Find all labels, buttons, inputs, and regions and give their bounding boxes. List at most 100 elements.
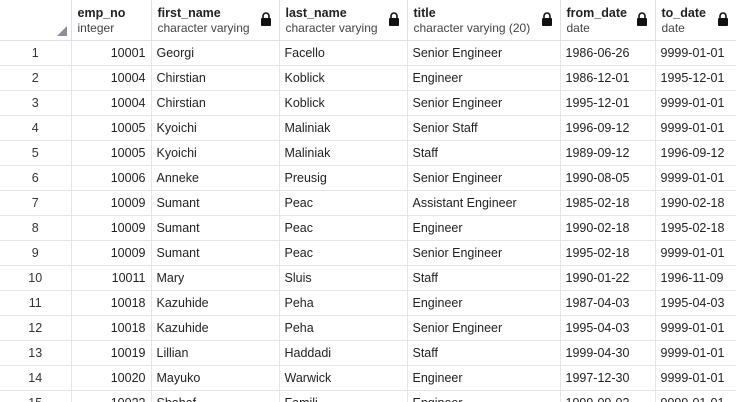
cell-title[interactable]: Senior Staff: [407, 115, 561, 141]
cell-to-date[interactable]: 1995-12-01: [655, 65, 736, 91]
table-row[interactable]: 8 10009 Sumant Peac Engineer 1990-02-18 1995-0…: [0, 215, 736, 241]
row-number[interactable]: 6: [0, 165, 72, 191]
row-number[interactable]: 13: [0, 340, 72, 366]
cell-last-name[interactable]: Peac: [279, 190, 408, 216]
cell-title[interactable]: Engineer: [407, 65, 561, 91]
cell-first-name[interactable]: Kazuhide: [151, 290, 280, 316]
cell-title[interactable]: Senior Engineer: [407, 315, 561, 341]
cell-last-name[interactable]: Warwick: [279, 365, 408, 391]
cell-emp-no[interactable]: 10011: [71, 265, 152, 291]
cell-first-name[interactable]: Kyoichi: [151, 140, 280, 166]
row-number[interactable]: 9: [0, 240, 72, 266]
table-row[interactable]: 11 10018 Kazuhide Peha Engineer 1987-04-03 199…: [0, 290, 736, 316]
cell-to-date[interactable]: 1995-02-18: [655, 215, 736, 241]
cell-emp-no[interactable]: 10005: [71, 115, 152, 141]
table-row[interactable]: 1 10001 Georgi Facello Senior Engineer 1986-0…: [0, 40, 736, 66]
column-header-last-name[interactable]: last_name character varying: [279, 0, 408, 41]
table-row[interactable]: 1510022ShahafFamiliEngineer1999-09-03999…: [0, 390, 736, 402]
cell-emp-no[interactable]: 10020: [71, 365, 152, 391]
table-row[interactable]: 14 10020 Mayuko Warwick Engineer 1997-12-30 99…: [0, 365, 736, 391]
cell-title[interactable]: Engineer: [407, 290, 561, 316]
cell-first-name[interactable]: Mary: [151, 265, 280, 291]
cell-emp-no[interactable]: 10004: [71, 90, 152, 116]
cell-title[interactable]: Senior Engineer: [407, 240, 561, 266]
table-row[interactable]: 6 10006 Anneke Preusig Senior Engineer 1990-0…: [0, 165, 736, 191]
cell-first-name[interactable]: Mayuko: [151, 365, 280, 391]
cell-emp-no[interactable]: 10019: [71, 340, 152, 366]
cell-title[interactable]: Staff: [407, 140, 561, 166]
cell-first-name[interactable]: Shahaf: [151, 390, 280, 402]
cell-emp-no[interactable]: 10018: [71, 290, 152, 316]
cell-last-name[interactable]: Peac: [279, 215, 408, 241]
cell-emp-no[interactable]: 10009: [71, 240, 152, 266]
row-number[interactable]: 5: [0, 140, 72, 166]
cell-last-name[interactable]: Koblick: [279, 90, 408, 116]
select-all-corner[interactable]: [0, 0, 72, 41]
cell-first-name[interactable]: Kazuhide: [151, 315, 280, 341]
cell-from-date[interactable]: 1985-02-18: [560, 190, 656, 216]
cell-last-name[interactable]: Preusig: [279, 165, 408, 191]
cell-last-name[interactable]: Maliniak: [279, 115, 408, 141]
cell-to-date[interactable]: 1995-04-03: [655, 290, 736, 316]
cell-to-date[interactable]: 9999-01-01: [655, 165, 736, 191]
row-number[interactable]: 7: [0, 190, 72, 216]
table-row[interactable]: 7 10009 Sumant Peac Assistant Engineer 1985-0…: [0, 190, 736, 216]
cell-from-date[interactable]: 1996-09-12: [560, 115, 656, 141]
cell-to-date[interactable]: 1990-02-18: [655, 190, 736, 216]
cell-from-date[interactable]: 1987-04-03: [560, 290, 656, 316]
cell-from-date[interactable]: 1997-12-30: [560, 365, 656, 391]
cell-title[interactable]: Staff: [407, 340, 561, 366]
table-row[interactable]: 13 10019 Lillian Haddadi Staff 1999-04-30 9999…: [0, 340, 736, 366]
cell-emp-no[interactable]: 10018: [71, 315, 152, 341]
table-row[interactable]: 2 10004 Chirstian Koblick Engineer 1986-12-01…: [0, 65, 736, 91]
cell-title[interactable]: Staff: [407, 265, 561, 291]
row-number[interactable]: 1: [0, 40, 72, 66]
row-number[interactable]: 15: [0, 390, 72, 402]
cell-title[interactable]: Senior Engineer: [407, 40, 561, 66]
cell-emp-no[interactable]: 10004: [71, 65, 152, 91]
cell-first-name[interactable]: Georgi: [151, 40, 280, 66]
cell-last-name[interactable]: Famili: [279, 390, 408, 402]
cell-emp-no[interactable]: 10006: [71, 165, 152, 191]
cell-from-date[interactable]: 1999-04-30: [560, 340, 656, 366]
column-header-title[interactable]: title character varying (20): [407, 0, 561, 41]
table-row[interactable]: 4 10005 Kyoichi Maliniak Senior Staff 1996-09…: [0, 115, 736, 141]
cell-last-name[interactable]: Peha: [279, 290, 408, 316]
table-row[interactable]: 9 10009 Sumant Peac Senior Engineer 1995-02-1…: [0, 240, 736, 266]
cell-to-date[interactable]: 1996-09-12: [655, 140, 736, 166]
cell-first-name[interactable]: Anneke: [151, 165, 280, 191]
cell-first-name[interactable]: Kyoichi: [151, 115, 280, 141]
cell-title[interactable]: Assistant Engineer: [407, 190, 561, 216]
cell-to-date[interactable]: 9999-01-01: [655, 240, 736, 266]
cell-emp-no[interactable]: 10001: [71, 40, 152, 66]
cell-from-date[interactable]: 1990-02-18: [560, 215, 656, 241]
cell-title[interactable]: Engineer: [407, 215, 561, 241]
cell-from-date[interactable]: 1995-04-03: [560, 315, 656, 341]
cell-emp-no[interactable]: 10009: [71, 190, 152, 216]
cell-last-name[interactable]: Sluis: [279, 265, 408, 291]
cell-to-date[interactable]: 9999-01-01: [655, 365, 736, 391]
column-header-emp-no[interactable]: emp_no integer: [71, 0, 152, 41]
cell-to-date[interactable]: 9999-01-01: [655, 390, 736, 402]
cell-first-name[interactable]: Sumant: [151, 190, 280, 216]
cell-to-date[interactable]: 9999-01-01: [655, 315, 736, 341]
table-row[interactable]: 3 10004 Chirstian Koblick Senior Engineer 199…: [0, 90, 736, 116]
table-row[interactable]: 5 10005 Kyoichi Maliniak Staff 1989-09-12 1996…: [0, 140, 736, 166]
row-number[interactable]: 8: [0, 215, 72, 241]
cell-to-date[interactable]: 9999-01-01: [655, 40, 736, 66]
cell-title[interactable]: Senior Engineer: [407, 165, 561, 191]
cell-from-date[interactable]: 1999-09-03: [560, 390, 656, 402]
cell-from-date[interactable]: 1986-06-26: [560, 40, 656, 66]
cell-first-name[interactable]: Sumant: [151, 240, 280, 266]
cell-from-date[interactable]: 1990-08-05: [560, 165, 656, 191]
table-row[interactable]: 10 10011 Mary Sluis Staff 1990-01-22 1996-11-0…: [0, 265, 736, 291]
cell-last-name[interactable]: Peha: [279, 315, 408, 341]
cell-from-date[interactable]: 1995-02-18: [560, 240, 656, 266]
cell-to-date[interactable]: 9999-01-01: [655, 340, 736, 366]
cell-first-name[interactable]: Chirstian: [151, 90, 280, 116]
cell-from-date[interactable]: 1990-01-22: [560, 265, 656, 291]
cell-first-name[interactable]: Sumant: [151, 215, 280, 241]
row-number[interactable]: 2: [0, 65, 72, 91]
cell-title[interactable]: Senior Engineer: [407, 90, 561, 116]
row-number[interactable]: 10: [0, 265, 72, 291]
